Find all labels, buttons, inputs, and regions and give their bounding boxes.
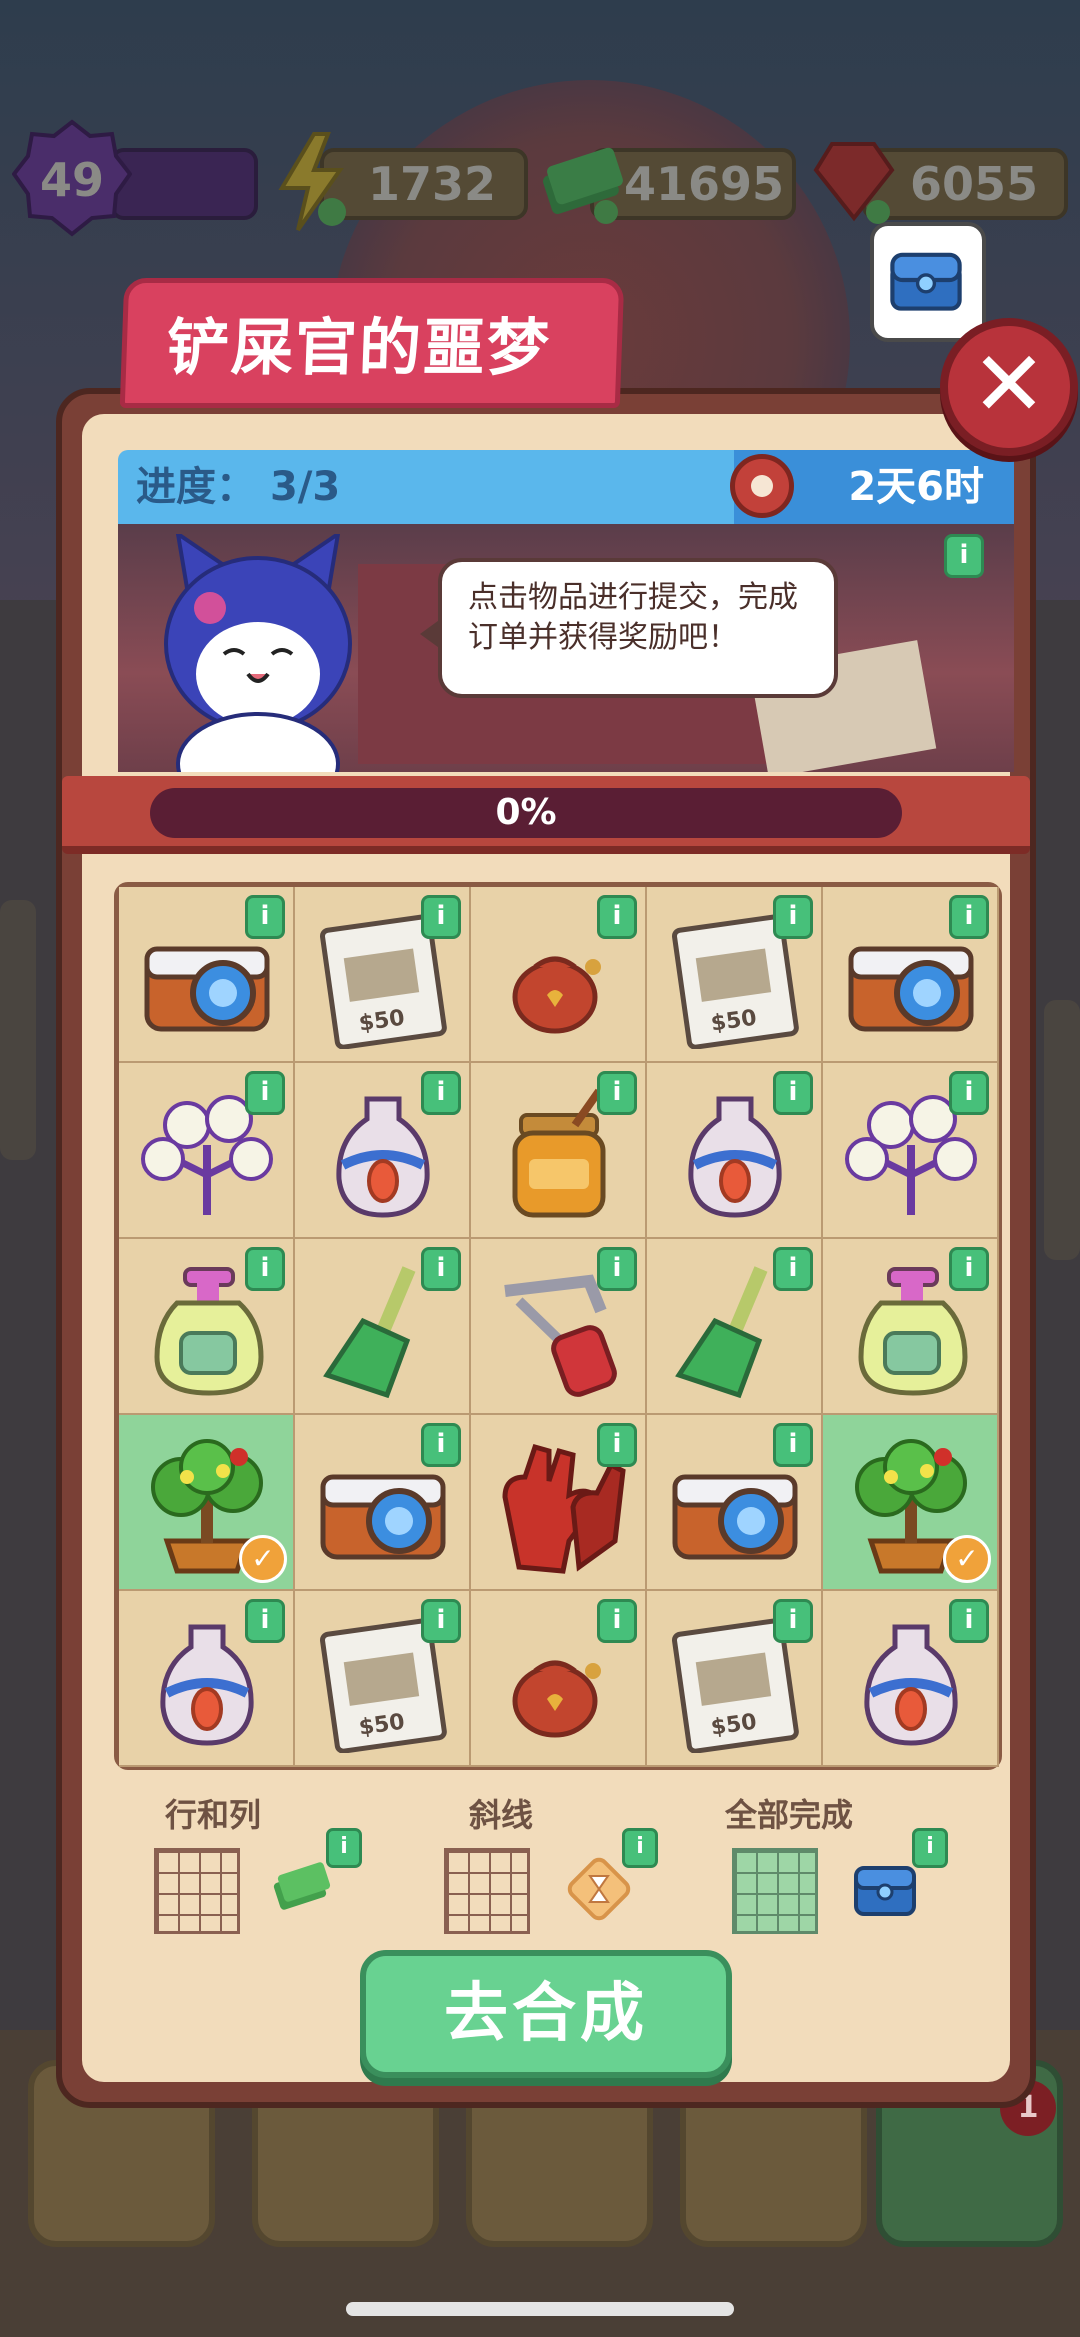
item-info-icon[interactable]: i <box>421 1599 461 1643</box>
completion-bar: 0% <box>62 776 1030 854</box>
item-info-icon[interactable]: i <box>597 1599 637 1643</box>
cash-stack-icon <box>543 147 623 224</box>
grid-cell[interactable]: i <box>295 1063 471 1239</box>
time-remaining: 2天6时 <box>848 464 984 510</box>
ruby-gem-icon <box>813 142 895 224</box>
chest-preview-bubble[interactable] <box>870 222 986 342</box>
item-info-icon[interactable]: i <box>421 1247 461 1291</box>
item-info-icon[interactable]: i <box>949 895 989 939</box>
item-info-icon[interactable]: i <box>245 1247 285 1291</box>
speech-text: 点击物品进行提交，完成订单并获得奖励吧！ <box>468 580 798 655</box>
speech-bubble: 点击物品进行提交，完成订单并获得奖励吧！ <box>420 558 838 698</box>
grid-cell[interactable]: $50 i <box>295 1591 471 1767</box>
grid-cell[interactable]: i <box>119 1063 295 1239</box>
grid-cell[interactable]: $50 i <box>295 887 471 1063</box>
energy-bolt-icon <box>278 132 346 232</box>
energy-pill[interactable]: 1732 <box>320 148 528 220</box>
item-info-icon[interactable]: i <box>245 1071 285 1115</box>
cash-value: 41695 <box>624 157 785 211</box>
checkmark-icon: ✓ <box>239 1535 287 1583</box>
item-info-icon[interactable]: i <box>773 895 813 939</box>
grid-cell[interactable]: i <box>295 1239 471 1415</box>
rows-cols-grid-icon <box>154 1848 240 1934</box>
treasure-chest-reward-icon <box>854 1866 916 1916</box>
rows-cols-info-icon[interactable]: i <box>326 1828 362 1868</box>
gems-value: 6055 <box>910 157 1039 211</box>
progress-label: 进度： 3/3 <box>136 450 340 524</box>
close-button[interactable]: ✕ <box>940 318 1078 456</box>
level-progress-bar <box>110 148 258 220</box>
all-complete-info-icon[interactable]: i <box>912 1828 948 1868</box>
grid-cell[interactable]: $50 i <box>647 1591 823 1767</box>
grid-cell[interactable]: i <box>471 887 647 1063</box>
go-merge-label: 去合成 <box>444 1977 648 2051</box>
grid-cell[interactable]: i <box>471 1063 647 1239</box>
reward-all-label: 全部完成 <box>724 1796 853 1834</box>
grid-cell[interactable]: i <box>471 1591 647 1767</box>
item-info-icon[interactable]: i <box>597 1071 637 1115</box>
modal-body: 进度： 3/3 2天6时 点击物品进行提交，完成订单并获得奖励吧！ i 0% i… <box>62 414 1030 2082</box>
item-info-icon[interactable]: i <box>949 1599 989 1643</box>
progress-value: 3/3 <box>269 464 341 510</box>
order-modal: 进度： 3/3 2天6时 点击物品进行提交，完成订单并获得奖励吧！ i 0% i… <box>56 388 1036 2108</box>
grid-cell[interactable]: i <box>823 1239 999 1415</box>
grid-cell[interactable]: i <box>295 1415 471 1591</box>
item-info-icon[interactable]: i <box>597 1247 637 1291</box>
item-info-icon[interactable]: i <box>773 1071 813 1115</box>
diagonal-grid-icon <box>444 1848 530 1934</box>
item-info-icon[interactable]: i <box>597 895 637 939</box>
background-right-shelf <box>1044 1000 1080 1260</box>
grid-cell[interactable]: i <box>471 1415 647 1591</box>
close-icon: ✕ <box>971 332 1047 437</box>
grid-cell[interactable]: ✓ <box>823 1415 999 1591</box>
go-merge-button[interactable]: 去合成 <box>360 1950 732 2078</box>
completion-track: 0% <box>150 788 902 838</box>
grid-cell[interactable]: i <box>119 1591 295 1767</box>
grid-cell[interactable]: ✓ <box>119 1415 295 1591</box>
item-info-icon[interactable]: i <box>421 1071 461 1115</box>
reward-diagonal-label: 斜线 <box>468 1796 533 1834</box>
home-indicator[interactable] <box>346 2302 734 2316</box>
reward-rows-cols-label: 行和列 <box>164 1796 261 1834</box>
modal-title-tab: 铲屎官的噩梦 <box>119 278 625 408</box>
item-info-icon[interactable]: i <box>949 1247 989 1291</box>
grid-cell[interactable]: i <box>647 1063 823 1239</box>
item-info-icon[interactable]: i <box>773 1247 813 1291</box>
grid-cell[interactable]: i <box>471 1239 647 1415</box>
level-value: 49 <box>40 153 105 207</box>
item-info-icon[interactable]: i <box>949 1071 989 1115</box>
story-banner: 点击物品进行提交，完成订单并获得奖励吧！ i <box>118 524 1014 772</box>
all-complete-grid-icon <box>732 1848 818 1934</box>
cat-mascot-icon <box>164 534 352 772</box>
treasure-chest-icon <box>890 252 962 311</box>
grid-cell[interactable]: i <box>823 1063 999 1239</box>
energy-value: 1732 <box>368 157 497 211</box>
grid-cell[interactable]: i <box>823 887 999 1063</box>
grid-cell[interactable]: i <box>823 1591 999 1767</box>
progress-label-text: 进度： <box>136 464 256 510</box>
item-grid: i $50 i i $50 i i i i i i i i i i i i ✓ i i i ✓ i $50 i i $50 i i <box>114 882 1002 1770</box>
completion-percent: 0% <box>495 792 557 833</box>
item-info-icon[interactable]: i <box>245 895 285 939</box>
grid-cell[interactable]: i <box>119 887 295 1063</box>
modal-title: 铲屎官的噩梦 <box>165 311 553 384</box>
item-info-icon[interactable]: i <box>597 1423 637 1467</box>
item-info-icon[interactable]: i <box>421 1423 461 1467</box>
banner-info-icon[interactable]: i <box>944 534 984 578</box>
diagonal-info-icon[interactable]: i <box>622 1828 658 1868</box>
grid-cell[interactable]: i <box>647 1239 823 1415</box>
checkmark-icon: ✓ <box>943 1535 991 1583</box>
item-info-icon[interactable]: i <box>773 1423 813 1467</box>
progress-header: 进度： 3/3 2天6时 <box>118 450 1014 524</box>
grid-cell[interactable]: i <box>647 1415 823 1591</box>
grid-cell[interactable]: $50 i <box>647 887 823 1063</box>
item-info-icon[interactable]: i <box>421 895 461 939</box>
background-left-shelf <box>0 900 36 1160</box>
item-info-icon[interactable]: i <box>773 1599 813 1643</box>
item-info-icon[interactable]: i <box>245 1599 285 1643</box>
clock-icon <box>730 454 794 518</box>
grid-cell[interactable]: i <box>119 1239 295 1415</box>
